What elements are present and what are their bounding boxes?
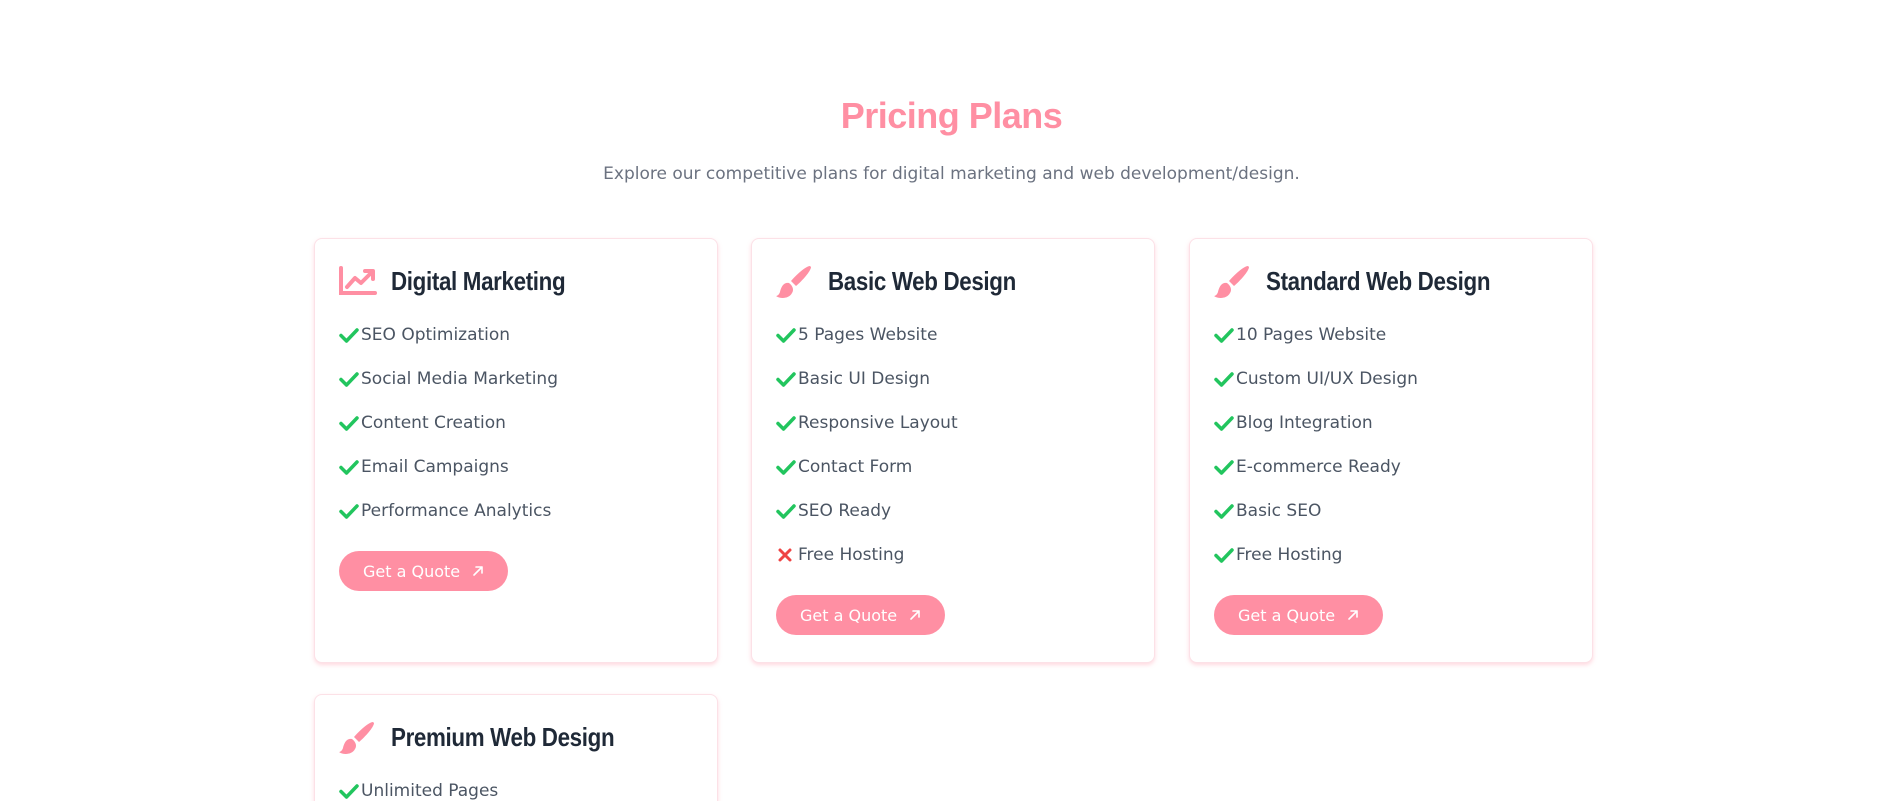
check-icon xyxy=(1214,547,1236,563)
check-icon xyxy=(1214,327,1236,343)
plan-title: Standard Web Design xyxy=(1266,265,1491,296)
feature-item: SEO Optimization xyxy=(339,313,693,357)
feature-text: 10 Pages Website xyxy=(1236,325,1387,345)
feature-text: Unlimited Pages xyxy=(361,781,499,801)
feature-item: Unlimited Pages xyxy=(339,769,693,801)
feature-text: Contact Form xyxy=(798,457,913,477)
check-icon xyxy=(1214,371,1236,387)
check-icon xyxy=(339,503,361,519)
check-icon xyxy=(776,503,798,519)
check-icon xyxy=(339,327,361,343)
check-icon xyxy=(776,371,798,387)
feature-item: 5 Pages Website xyxy=(776,313,1130,357)
feature-text: Blog Integration xyxy=(1236,413,1373,433)
feature-item: Social Media Marketing xyxy=(339,357,693,401)
plan-title: Premium Web Design xyxy=(391,721,615,752)
plan-card-premium-web-design: Premium Web Design Unlimited Pages xyxy=(314,694,718,801)
plan-card-header: Digital Marketing xyxy=(339,263,693,299)
section-subtitle: Explore our competitive plans for digita… xyxy=(603,164,1300,184)
feature-item: Free Hosting xyxy=(1214,533,1568,577)
arrow-up-right-icon xyxy=(472,565,484,577)
check-icon xyxy=(339,783,361,799)
feature-item: Custom UI/UX Design xyxy=(1214,357,1568,401)
get-quote-button[interactable]: Get a Quote xyxy=(339,551,509,591)
feature-list: SEO Optimization Social Media Marketing … xyxy=(339,313,693,533)
check-icon xyxy=(1214,415,1236,431)
feature-text: Free Hosting xyxy=(798,545,905,565)
feature-item: Responsive Layout xyxy=(776,401,1130,445)
plan-card-header: Standard Web Design xyxy=(1214,263,1568,299)
feature-item: 10 Pages Website xyxy=(1214,313,1568,357)
paintbrush-icon xyxy=(776,263,814,299)
feature-item: Email Campaigns xyxy=(339,445,693,489)
section-title: Pricing Plans xyxy=(840,95,1063,136)
feature-text: Custom UI/UX Design xyxy=(1236,369,1418,389)
paintbrush-icon xyxy=(339,719,377,755)
feature-item: Contact Form xyxy=(776,445,1130,489)
plan-card-standard-web-design: Standard Web Design 10 Pages Website Cus… xyxy=(1189,238,1593,663)
pricing-section: Pricing Plans Explore our competitive pl… xyxy=(0,0,1903,801)
check-icon xyxy=(339,415,361,431)
feature-text: SEO Optimization xyxy=(361,325,511,345)
feature-item: Content Creation xyxy=(339,401,693,445)
paintbrush-icon xyxy=(1214,263,1252,299)
chart-line-icon xyxy=(339,263,377,299)
feature-list: 5 Pages Website Basic UI Design Responsi… xyxy=(776,313,1130,577)
plan-card-header: Basic Web Design xyxy=(776,263,1130,299)
feature-item: Basic SEO xyxy=(1214,489,1568,533)
feature-item: Free Hosting xyxy=(776,533,1130,577)
check-icon xyxy=(1214,503,1236,519)
button-label: Get a Quote xyxy=(363,561,461,581)
feature-item: Performance Analytics xyxy=(339,489,693,533)
arrow-up-right-icon xyxy=(1347,609,1359,621)
feature-item: SEO Ready xyxy=(776,489,1130,533)
plan-title: Basic Web Design xyxy=(828,265,1016,296)
feature-text: Social Media Marketing xyxy=(361,369,558,389)
feature-text: 5 Pages Website xyxy=(798,325,938,345)
check-icon xyxy=(776,459,798,475)
check-icon xyxy=(776,415,798,431)
feature-text: SEO Ready xyxy=(798,501,892,521)
arrow-up-right-icon xyxy=(909,609,921,621)
cross-icon xyxy=(776,547,798,563)
feature-text: E-commerce Ready xyxy=(1236,457,1401,477)
check-icon xyxy=(339,371,361,387)
check-icon xyxy=(1214,459,1236,475)
feature-text: Email Campaigns xyxy=(361,457,509,477)
check-icon xyxy=(339,459,361,475)
get-quote-button[interactable]: Get a Quote xyxy=(1214,595,1384,635)
feature-text: Performance Analytics xyxy=(361,501,552,521)
plan-card-digital-marketing: Digital Marketing SEO Optimization Socia… xyxy=(314,238,718,663)
button-label: Get a Quote xyxy=(800,605,898,625)
feature-item: Basic UI Design xyxy=(776,357,1130,401)
feature-item: E-commerce Ready xyxy=(1214,445,1568,489)
get-quote-button[interactable]: Get a Quote xyxy=(776,595,946,635)
feature-item: Blog Integration xyxy=(1214,401,1568,445)
plan-title: Digital Marketing xyxy=(391,265,566,296)
feature-list: 10 Pages Website Custom UI/UX Design Blo… xyxy=(1214,313,1568,577)
feature-text: Responsive Layout xyxy=(798,413,958,433)
feature-list: Unlimited Pages xyxy=(339,769,693,801)
feature-text: Basic SEO xyxy=(1236,501,1322,521)
feature-text: Basic UI Design xyxy=(798,369,930,389)
feature-text: Free Hosting xyxy=(1236,545,1343,565)
check-icon xyxy=(776,327,798,343)
plan-card-basic-web-design: Basic Web Design 5 Pages Website Basic U… xyxy=(751,238,1155,663)
feature-text: Content Creation xyxy=(361,413,506,433)
plan-card-header: Premium Web Design xyxy=(339,719,693,755)
button-label: Get a Quote xyxy=(1238,605,1336,625)
